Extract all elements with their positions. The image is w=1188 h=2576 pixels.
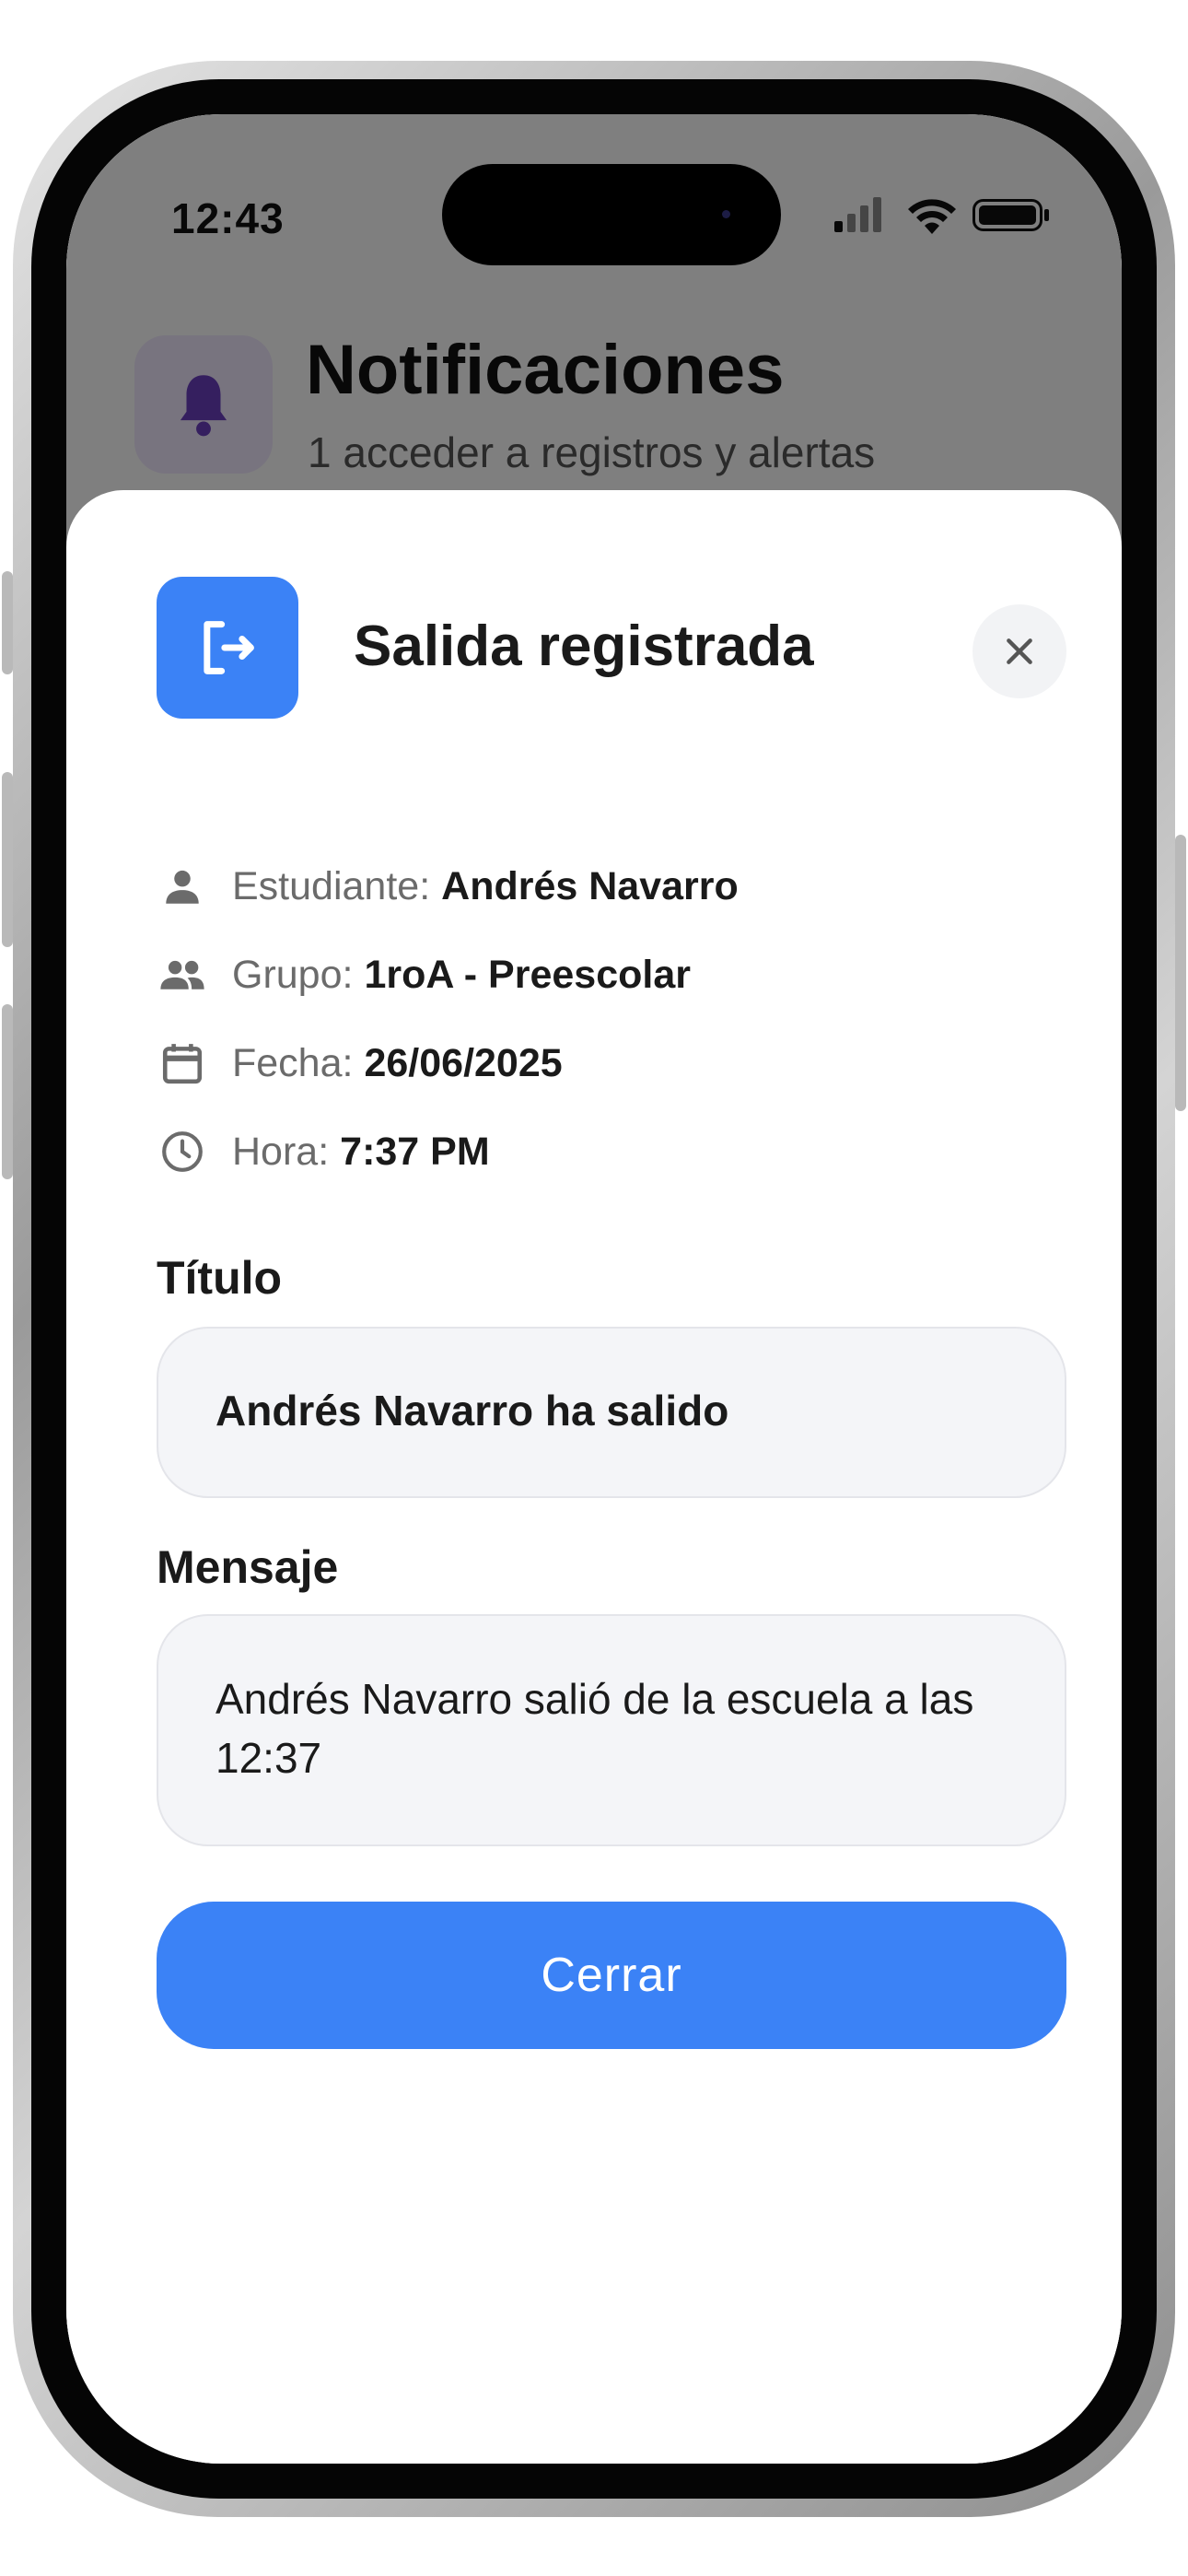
group-value: 1roA - Preescolar	[364, 952, 691, 997]
group-label: Grupo:	[232, 952, 354, 997]
title-field[interactable]: Andrés Navarro ha salido	[157, 1327, 1066, 1498]
close-dialog-button[interactable]: Cerrar	[157, 1902, 1066, 2049]
exit-icon	[204, 621, 254, 674]
message-field-value: Andrés Navarro salió de la escuela a las…	[215, 1675, 974, 1782]
volume-down-button	[2, 1004, 13, 1179]
date-label: Fecha:	[232, 1040, 354, 1085]
volume-up-button	[2, 772, 13, 947]
student-label: Estudiante:	[232, 863, 431, 908]
time-value: 7:37 PM	[340, 1129, 490, 1174]
group-icon	[160, 960, 204, 989]
dynamic-island	[442, 164, 781, 265]
exit-icon-tile	[157, 577, 298, 719]
title-field-value: Andrés Navarro ha salido	[215, 1387, 729, 1434]
group-row: Grupo: 1roA - Preescolar	[157, 947, 691, 1002]
dialog-title: Salida registrada	[354, 615, 814, 678]
calendar-icon	[162, 1044, 203, 1084]
time-row: Hora: 7:37 PM	[157, 1124, 490, 1179]
clock-icon	[162, 1131, 203, 1172]
message-field-label: Mensaje	[157, 1541, 339, 1593]
phone-bezel: 12:43	[31, 79, 1157, 2499]
person-icon	[166, 870, 199, 904]
message-field[interactable]: Andrés Navarro salió de la escuela a las…	[157, 1614, 1066, 1846]
student-row: Estudiante: Andrés Navarro	[157, 859, 739, 914]
time-label: Hora:	[232, 1129, 330, 1174]
date-row: Fecha: 26/06/2025	[157, 1036, 563, 1091]
close-button[interactable]	[973, 604, 1066, 698]
student-value: Andrés Navarro	[441, 863, 739, 908]
action-button	[2, 571, 13, 674]
phone-screen: 12:43	[66, 114, 1122, 2464]
title-field-label: Título	[157, 1252, 283, 1304]
phone-frame: 12:43	[13, 61, 1175, 2517]
close-icon	[1007, 638, 1032, 664]
date-value: 26/06/2025	[364, 1040, 563, 1085]
notification-detail-sheet: Salida registrada Estudiante: Andrés Nav…	[66, 490, 1122, 2464]
power-button	[1175, 835, 1186, 1111]
